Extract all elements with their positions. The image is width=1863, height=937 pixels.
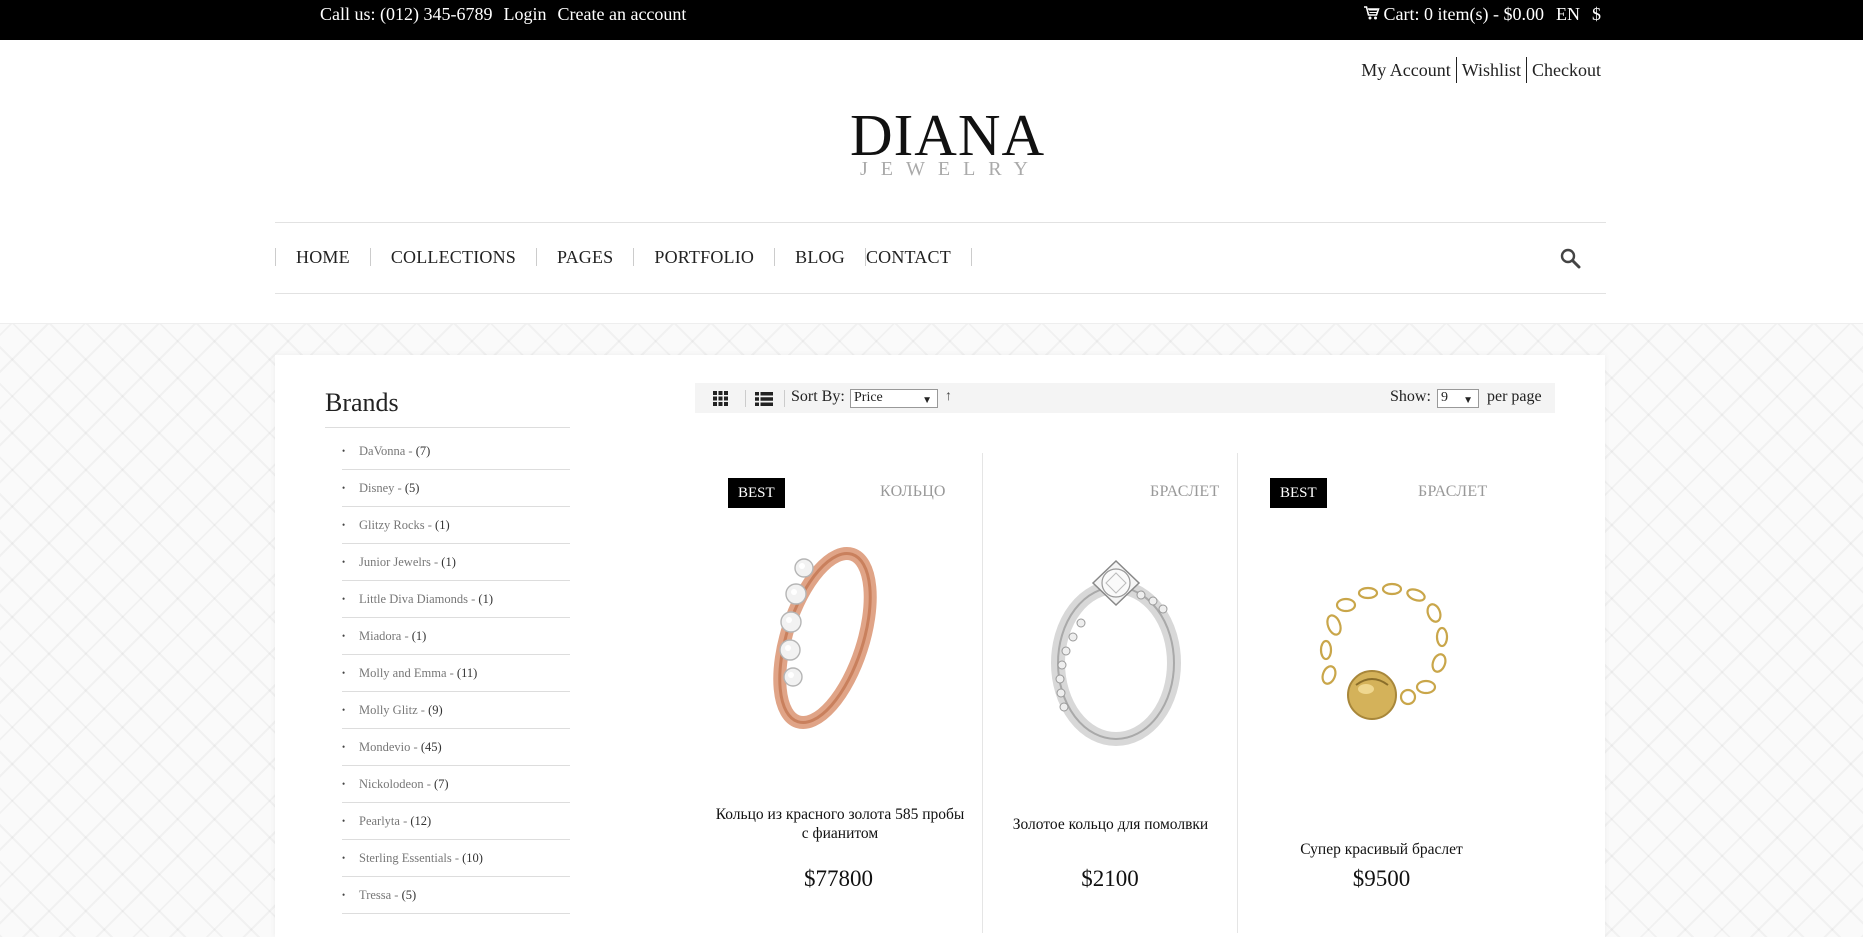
brand-item[interactable]: Glitzy Rocks - (1)	[342, 507, 570, 544]
product-price: $2100	[1081, 866, 1139, 891]
product-image[interactable]	[1021, 543, 1201, 748]
account-links: My Account Wishlist Checkout	[1361, 57, 1601, 83]
brands-sidebar: Brands DaVonna - (7) Disney - (5) Glitzy…	[325, 383, 570, 914]
phone-text: Call us: (012) 345-6789	[320, 4, 493, 24]
sort-select[interactable]: Price ▼	[850, 389, 938, 408]
login-link[interactable]: Login	[504, 4, 547, 25]
product-name[interactable]: Кольцо из красного золота 585 пробы с фи…	[715, 805, 965, 843]
product-name[interactable]: Золотое кольцо для помолвки	[983, 815, 1238, 834]
product-category[interactable]: КОЛЬЦО	[880, 483, 946, 501]
wishlist-link[interactable]: Wishlist	[1455, 57, 1526, 83]
nav-pages[interactable]: PAGES	[536, 248, 633, 266]
brand-item[interactable]: DaVonna - (7)	[342, 433, 570, 470]
sort-select-value: Price	[854, 390, 883, 405]
sort-direction-icon[interactable]: ↑	[945, 389, 952, 405]
product-price: $9500	[1352, 866, 1411, 891]
nav-contact[interactable]: CONTACT	[864, 248, 972, 266]
main-nav: HOME COLLECTIONS PAGES PORTFOLIO BLOG CO…	[275, 222, 1606, 294]
logo-sub-text: JEWELRY	[860, 158, 1041, 180]
product-badge: BEST	[1270, 478, 1327, 508]
nav-portfolio[interactable]: PORTFOLIO	[633, 248, 774, 266]
sort-label: Sort By:	[791, 388, 845, 405]
per-page-select[interactable]: 9 ▼	[1437, 389, 1479, 408]
product-image[interactable]	[763, 538, 888, 738]
create-account-link[interactable]: Create an account	[558, 4, 687, 25]
brand-item[interactable]: Nickolodeon - (7)	[342, 766, 570, 803]
product-category[interactable]: БРАСЛЕТ	[1150, 483, 1220, 501]
grid-view-icon[interactable]	[713, 391, 728, 406]
show-label: Show:	[1390, 388, 1431, 405]
brand-item[interactable]: Mondevio - (45)	[342, 729, 570, 766]
product-grid: BEST КОЛЬЦО Кольцо из красного золота 58…	[695, 453, 1555, 933]
my-account-link[interactable]: My Account	[1361, 57, 1456, 83]
product-image[interactable]	[1304, 565, 1469, 745]
product-card[interactable]: BEST БРАСЛЕТ Супер красивый браслет $950…	[1238, 453, 1525, 933]
brand-item[interactable]: Pearlyta - (12)	[342, 803, 570, 840]
brand-item[interactable]: Molly Glitz - (9)	[342, 692, 570, 729]
cart-link[interactable]: Cart: 0 item(s) - $0.00	[1363, 4, 1544, 25]
list-view-icon[interactable]	[755, 392, 773, 406]
cart-icon	[1363, 5, 1380, 21]
brand-item[interactable]: Sterling Essentials - (10)	[342, 840, 570, 877]
product-card[interactable]: БРАСЛЕТ Золотое кольцо для помолвки $210…	[983, 453, 1238, 933]
main-content: Brands DaVonna - (7) Disney - (5) Glitzy…	[275, 355, 1605, 937]
brand-item[interactable]: Miadora - (1)	[342, 618, 570, 655]
site-logo[interactable]: DIANA JEWELRY	[850, 102, 1046, 180]
search-icon[interactable]	[1559, 247, 1581, 269]
brands-title: Brands	[325, 383, 570, 428]
brand-item[interactable]: Molly and Emma - (11)	[342, 655, 570, 692]
checkout-link[interactable]: Checkout	[1526, 57, 1601, 83]
product-toolbar: Sort By: Price ▼ ↑ Show: 9 ▼ per page	[695, 383, 1555, 413]
caret-down-icon: ▼	[922, 395, 932, 406]
per-page-label: per page	[1487, 388, 1542, 405]
product-card[interactable]: BEST КОЛЬЦО Кольцо из красного золота 58…	[695, 453, 983, 933]
currency-selector[interactable]: $	[1592, 4, 1601, 25]
product-badge: BEST	[728, 478, 785, 508]
nav-blog[interactable]: BLOG	[774, 248, 865, 266]
brand-item[interactable]: Little Diva Diamonds - (1)	[342, 581, 570, 618]
caret-down-icon: ▼	[1463, 395, 1473, 406]
brand-item[interactable]: Tressa - (5)	[342, 877, 570, 914]
cart-text: Cart: 0 item(s) - $0.00	[1383, 4, 1544, 24]
toolbar-divider	[784, 390, 785, 407]
toolbar-divider	[745, 390, 746, 407]
brands-list: DaVonna - (7) Disney - (5) Glitzy Rocks …	[325, 433, 570, 914]
brand-item[interactable]: Junior Jewelrs - (1)	[342, 544, 570, 581]
product-name[interactable]: Супер красивый браслет	[1238, 840, 1525, 859]
nav-home[interactable]: HOME	[275, 248, 370, 266]
language-selector[interactable]: EN	[1556, 4, 1580, 25]
top-bar: Call us: (012) 345-6789 Login Create an …	[0, 0, 1863, 40]
logo-main-text: DIANA	[850, 102, 1046, 168]
brand-item[interactable]: Disney - (5)	[342, 470, 570, 507]
nav-collections[interactable]: COLLECTIONS	[369, 248, 536, 266]
product-price: $77800	[804, 866, 873, 891]
product-category[interactable]: БРАСЛЕТ	[1418, 483, 1488, 501]
per-page-value: 9	[1441, 390, 1448, 405]
